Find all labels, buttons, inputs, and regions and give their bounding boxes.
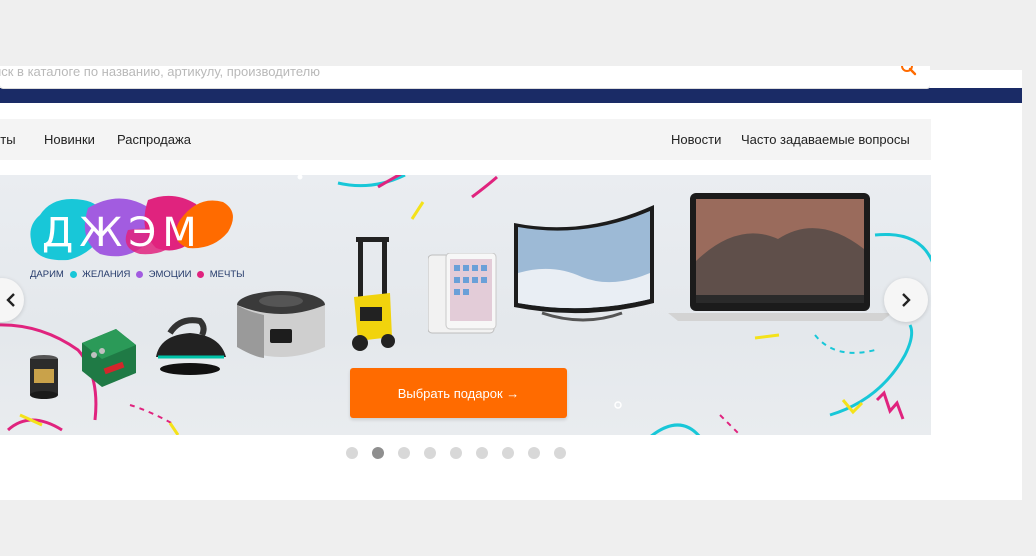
nav-item-faq[interactable]: Часто задаваемые вопросы — [741, 132, 910, 147]
tagline-dot — [69, 270, 77, 278]
curved-tv-image — [514, 205, 654, 322]
slider-dot[interactable] — [554, 447, 566, 459]
tool-case-image — [82, 329, 136, 387]
tagline-word: МЕЧТЫ — [209, 269, 245, 280]
tagline-word: ДАРИМ — [30, 269, 64, 280]
slider-dot[interactable] — [372, 447, 384, 459]
tablet-image — [428, 253, 497, 334]
tagline-word: ЖЕЛАНИЯ — [82, 269, 131, 280]
tagline-word: ЭМОЦИИ — [148, 269, 192, 280]
choose-gift-label: Выбрать подарок → — [397, 385, 520, 401]
slider-dot[interactable] — [398, 447, 410, 459]
logo-text: ДЖЭМ — [42, 210, 203, 256]
search-placeholder: иск в каталоге по названию, артикулу, пр… — [0, 66, 320, 79]
slider-next-button[interactable] — [884, 278, 928, 322]
search-input[interactable]: иск в каталоге по названию, артикулу, пр… — [0, 66, 930, 88]
slider-dot[interactable] — [528, 447, 540, 459]
slider-dot[interactable] — [476, 447, 488, 459]
slider-dot[interactable] — [346, 447, 358, 459]
steam-iron-image — [156, 317, 226, 375]
logo-tagline: ДАРИМ ЖЕЛАНИЯ ЭМОЦИИ МЕЧТЫ — [30, 269, 245, 280]
promo-banner[interactable]: ДЖЭМ ДАРИМ ЖЕЛАНИЯ ЭМОЦИИ МЕЧТЫ Выбрать … — [0, 175, 931, 435]
header-bar — [0, 88, 1022, 103]
laptop-image — [668, 193, 892, 321]
choose-gift-button[interactable]: Выбрать подарок → — [350, 368, 567, 418]
multicooker-image — [237, 291, 325, 358]
search-icon[interactable] — [898, 66, 920, 78]
tagline-dot — [197, 270, 205, 278]
pressure-washer-image — [352, 237, 395, 351]
chevron-left-icon — [6, 293, 15, 307]
tagline-dot — [136, 270, 144, 278]
slider-dot[interactable] — [424, 447, 436, 459]
nav-item-new[interactable]: Новинки — [44, 132, 95, 147]
coffee-tin-image — [30, 355, 58, 399]
slider-dot[interactable] — [502, 447, 514, 459]
slider-dot[interactable] — [450, 447, 462, 459]
nav-item-hits[interactable]: иты — [0, 132, 16, 147]
main-nav: иты Новинки Распродажа Новости Часто зад… — [0, 119, 931, 160]
nav-item-sale[interactable]: Распродажа — [117, 132, 191, 147]
nav-item-news[interactable]: Новости — [671, 132, 721, 147]
chevron-right-icon — [902, 293, 911, 307]
